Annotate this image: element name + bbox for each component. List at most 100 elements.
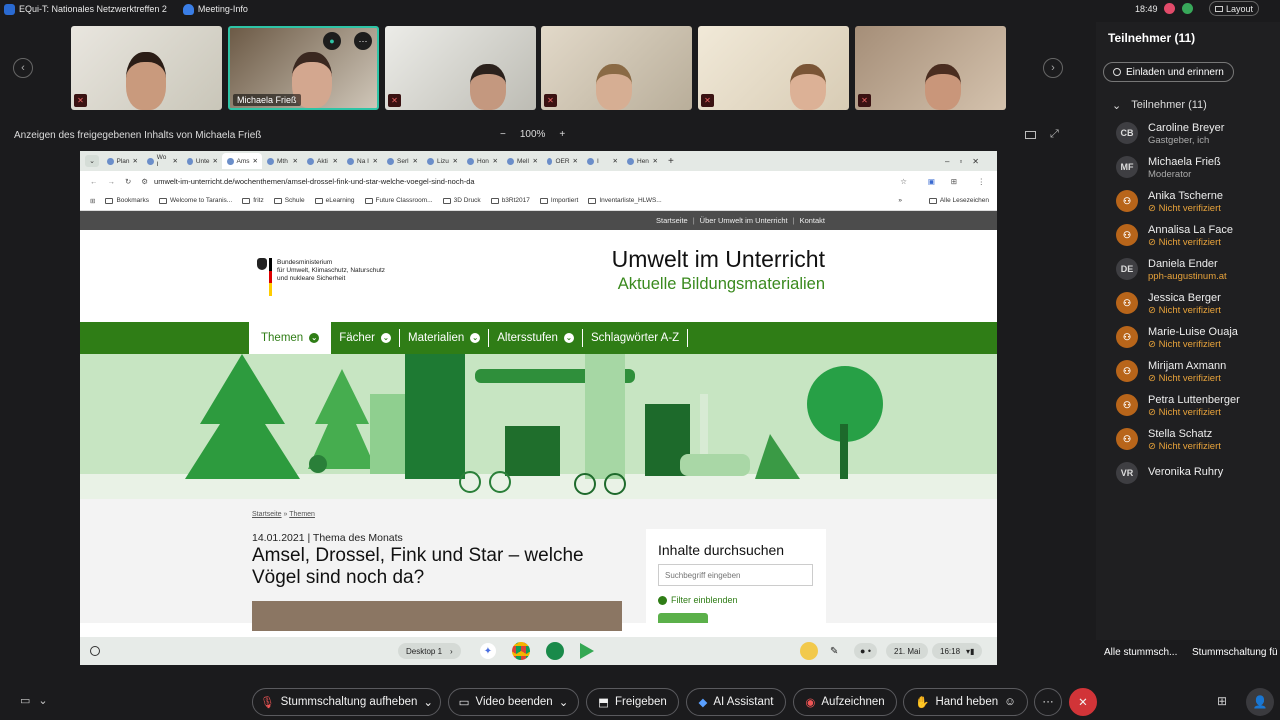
browser-tab[interactable]: Hon ✕ [462, 153, 502, 169]
reload-icon[interactable]: ↻ [125, 177, 131, 186]
apps-icon[interactable]: ⊞ [1217, 694, 1227, 708]
close-tab-icon[interactable]: ✕ [493, 157, 498, 165]
extensions-icon[interactable]: ⊞ [951, 177, 957, 186]
desk-switcher[interactable]: Desktop 1 › [398, 643, 461, 659]
close-tab-icon[interactable]: ✕ [613, 157, 618, 165]
participant-row[interactable]: ⚇ Stella Schatz ⊘ Nicht verifiziert [1116, 428, 1221, 453]
close-tab-icon[interactable]: ✕ [533, 157, 538, 165]
participant-row[interactable]: ⚇ Anika Tscherne ⊘ Nicht verifiziert [1116, 190, 1223, 215]
record-button[interactable]: ◉ Aufzeichnen [793, 688, 897, 716]
filter-toggle[interactable]: Filter einblenden [658, 595, 738, 605]
participant-row[interactable]: ⚇ Marie-Luise Ouaja ⊘ Nicht verifiziert [1116, 326, 1238, 351]
back-icon[interactable]: ← [90, 177, 98, 186]
date-chip[interactable]: 21. Mai [886, 643, 929, 659]
pen-icon[interactable]: ✎ [830, 646, 838, 657]
participant-row[interactable]: CB Caroline Breyer Gastgeber, ich [1116, 122, 1224, 147]
close-tab-icon[interactable]: ✕ [573, 157, 578, 165]
browser-tab[interactable]: Serl ✕ [382, 153, 422, 169]
nav-themen[interactable]: Themen ⌄ [249, 322, 332, 354]
browser-tab[interactable]: Akti ✕ [302, 153, 342, 169]
close-tab-icon[interactable]: ✕ [213, 157, 218, 165]
close-tab-icon[interactable]: ✕ [333, 157, 338, 165]
close-tab-icon[interactable]: ✕ [253, 157, 258, 165]
topnav-about[interactable]: Über Umwelt im Unterricht [700, 216, 788, 225]
participant-row[interactable]: DE Daniela Ender pph-augustinum.at [1116, 258, 1227, 283]
more-options-icon[interactable]: ··· [354, 32, 372, 50]
bookmark-item[interactable]: Inventarliste_HLWS... [588, 197, 662, 204]
browser-tab[interactable]: Na I ✕ [342, 153, 382, 169]
bookmark-item[interactable]: Bookmarks [105, 197, 149, 204]
translate-icon[interactable]: ▣ [928, 177, 935, 186]
browser-tab[interactable]: I ✕ [582, 153, 622, 169]
bookmark-item[interactable]: fritz [242, 197, 264, 204]
assistant-icon[interactable]: ✦ [480, 643, 496, 659]
close-tab-icon[interactable]: ✕ [133, 157, 138, 165]
stop-video-button[interactable]: ▭ Video beenden ⌄ [448, 688, 579, 716]
participants-icon[interactable]: 👤 [1246, 688, 1274, 716]
browser-tab[interactable]: Hen ✕ [622, 153, 662, 169]
launcher-icon[interactable] [90, 646, 100, 656]
bookmark-item[interactable]: Schule [273, 197, 305, 204]
browser-tab[interactable]: Unte ✕ [182, 153, 222, 169]
video-tile[interactable]: ✕ [385, 26, 536, 110]
browser-tab[interactable]: Mth ✕ [262, 153, 302, 169]
breadcrumb-themen[interactable]: Themen [289, 511, 315, 518]
mute-all-button[interactable]: Alle stummsch... [1104, 647, 1177, 658]
share-button[interactable]: ⬒ Freigeben [586, 688, 679, 716]
bookmark-item[interactable]: Importiert [539, 197, 578, 204]
more-button[interactable]: ··· [1034, 688, 1062, 716]
layout-button[interactable]: Layout [1209, 1, 1259, 16]
browser-tab[interactable]: OER ✕ [542, 153, 582, 169]
participant-row[interactable]: ⚇ Petra Luttenberger ⊘ Nicht verifiziert [1116, 394, 1240, 419]
close-tab-icon[interactable]: ✕ [373, 157, 378, 165]
video-tile[interactable]: ✕ [698, 26, 849, 110]
all-bookmarks[interactable]: Alle Lesezeichen [928, 197, 989, 204]
close-tab-icon[interactable]: ✕ [413, 157, 418, 165]
browser-tab[interactable]: Plan ✕ [102, 153, 142, 169]
bookmark-item[interactable]: Future Classroom... [364, 197, 433, 204]
popout-icon[interactable] [1025, 131, 1036, 139]
close-tab-icon[interactable]: ✕ [293, 157, 298, 165]
nav-materialien[interactable]: Materialien ⌄ [400, 322, 488, 354]
meeting-info-link[interactable]: Meeting-Info [198, 4, 248, 14]
raise-hand-button[interactable]: ✋ Hand heben ☺ [903, 688, 1028, 716]
mute-settings-button[interactable]: Stummschaltung fü [1192, 647, 1280, 658]
site-info-icon[interactable]: ⚙ [141, 177, 148, 186]
play-store-icon[interactable] [580, 643, 594, 659]
participant-row[interactable]: ⚇ Jessica Berger ⊘ Nicht verifiziert [1116, 292, 1221, 317]
bookmark-item[interactable]: 3D Druck [442, 197, 481, 204]
bookmark-item[interactable]: b3Rt2017 [490, 197, 530, 204]
more-bookmarks-icon[interactable]: » [898, 197, 902, 204]
zoom-in-button[interactable]: + [559, 129, 565, 140]
status-tray[interactable]: 16:18 ▾▮ [932, 643, 983, 659]
browser-tab[interactable]: Ams ✕ [222, 153, 262, 169]
bookmark-item[interactable]: eLearning [314, 197, 355, 204]
video-tile[interactable]: ✕ [855, 26, 1006, 110]
topnav-kontakt[interactable]: Kontakt [800, 216, 825, 225]
participant-section-header[interactable]: ⌄ Teilnehmer (11) [1112, 99, 1207, 112]
browser-tab[interactable]: Mell ✕ [502, 153, 542, 169]
zoom-out-button[interactable]: − [500, 129, 506, 140]
browser-menu-icon[interactable]: ⋮ [978, 177, 986, 186]
fullscreen-icon[interactable]: ⤢ [1050, 128, 1059, 141]
nav-faecher[interactable]: Fächer ⌄ [331, 322, 399, 354]
forward-icon[interactable]: → [108, 177, 116, 186]
new-tab-icon[interactable]: + [668, 156, 674, 167]
leave-meeting-button[interactable]: ✕ [1069, 688, 1097, 716]
window-controls-icon[interactable]: –▫✕ [945, 157, 989, 166]
notification-badge[interactable]: ● • [854, 643, 878, 659]
close-tab-icon[interactable]: ✕ [653, 157, 658, 165]
star-icon[interactable]: ☆ [900, 177, 907, 186]
search-input[interactable] [658, 564, 813, 586]
captions-button[interactable]: ▭ ⌄ [20, 694, 48, 707]
browser-tab[interactable]: Lizu ✕ [422, 153, 462, 169]
search-submit-button[interactable] [658, 613, 708, 623]
participant-row[interactable]: MF Michaela Frieß Moderator [1116, 156, 1221, 181]
breadcrumb-startseite[interactable]: Startseite [252, 511, 282, 518]
prev-videos-button[interactable]: ‹ [13, 58, 33, 78]
chrome-icon[interactable] [512, 642, 530, 660]
browser-tab[interactable]: Wo I ✕ [142, 153, 182, 169]
next-videos-button[interactable]: › [1043, 58, 1063, 78]
bookmark-item[interactable]: Welcome to Taranis... [158, 197, 232, 204]
apps-icon[interactable]: ⊞ [90, 197, 95, 205]
